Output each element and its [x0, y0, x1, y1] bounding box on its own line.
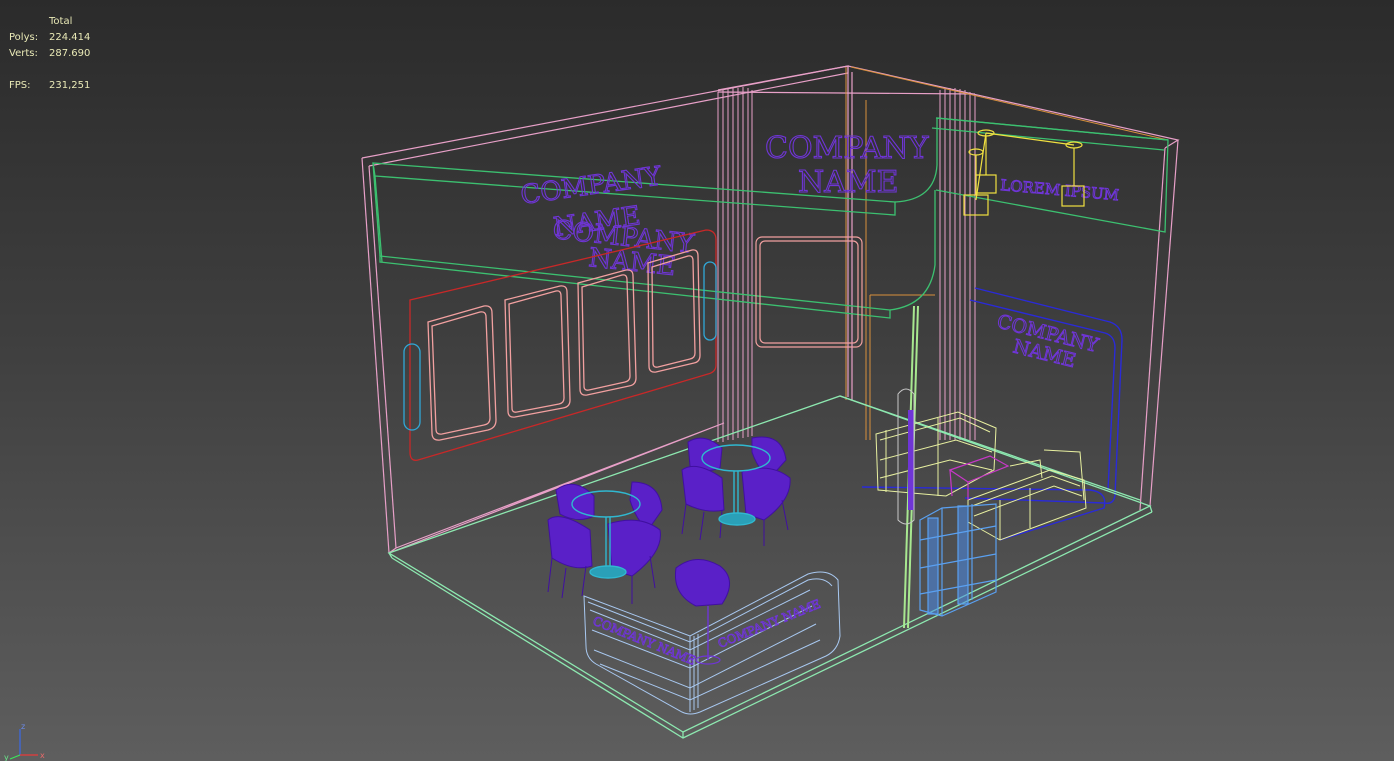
counter-logo-right: COMPANY NAME [716, 597, 823, 651]
counter-logos: COMPANY NAME COMPANY NAME [590, 596, 823, 668]
cafe-set-back [681, 436, 791, 546]
left-wall-logo-text-1a: COMPANY [519, 161, 664, 211]
left-wall-logos: COMPANY NAME COMPANY NAME [518, 161, 696, 283]
axis-gizmo: z x y [4, 722, 45, 761]
x-axis-label: x [40, 751, 45, 760]
lounge-coffee-table [948, 455, 1010, 500]
y-axis-label: y [4, 753, 9, 761]
ceiling-spotlights [963, 129, 1085, 216]
center-wall-logo-text-a: COMPANY [765, 131, 930, 166]
3d-viewport[interactable]: COMPANY NAME COMPANY NAME COMPANY NAME L… [0, 0, 1394, 761]
y-axis-line [9, 754, 21, 760]
right-wall-display [861, 287, 1123, 541]
lorem-sign-text: LOREM IPSUM [1000, 176, 1120, 204]
cafe-set-front [547, 481, 663, 604]
center-wall-logo-text-b: NAME [798, 165, 899, 200]
center-wall-logo: COMPANY NAME [764, 130, 930, 200]
display-shelf [919, 503, 997, 617]
right-wall-logo: COMPANY NAME [994, 310, 1101, 373]
lorem-sign: LOREM IPSUM [999, 176, 1120, 205]
counter-logo-left: COMPANY NAME [591, 614, 698, 668]
z-axis-label: z [21, 722, 25, 731]
